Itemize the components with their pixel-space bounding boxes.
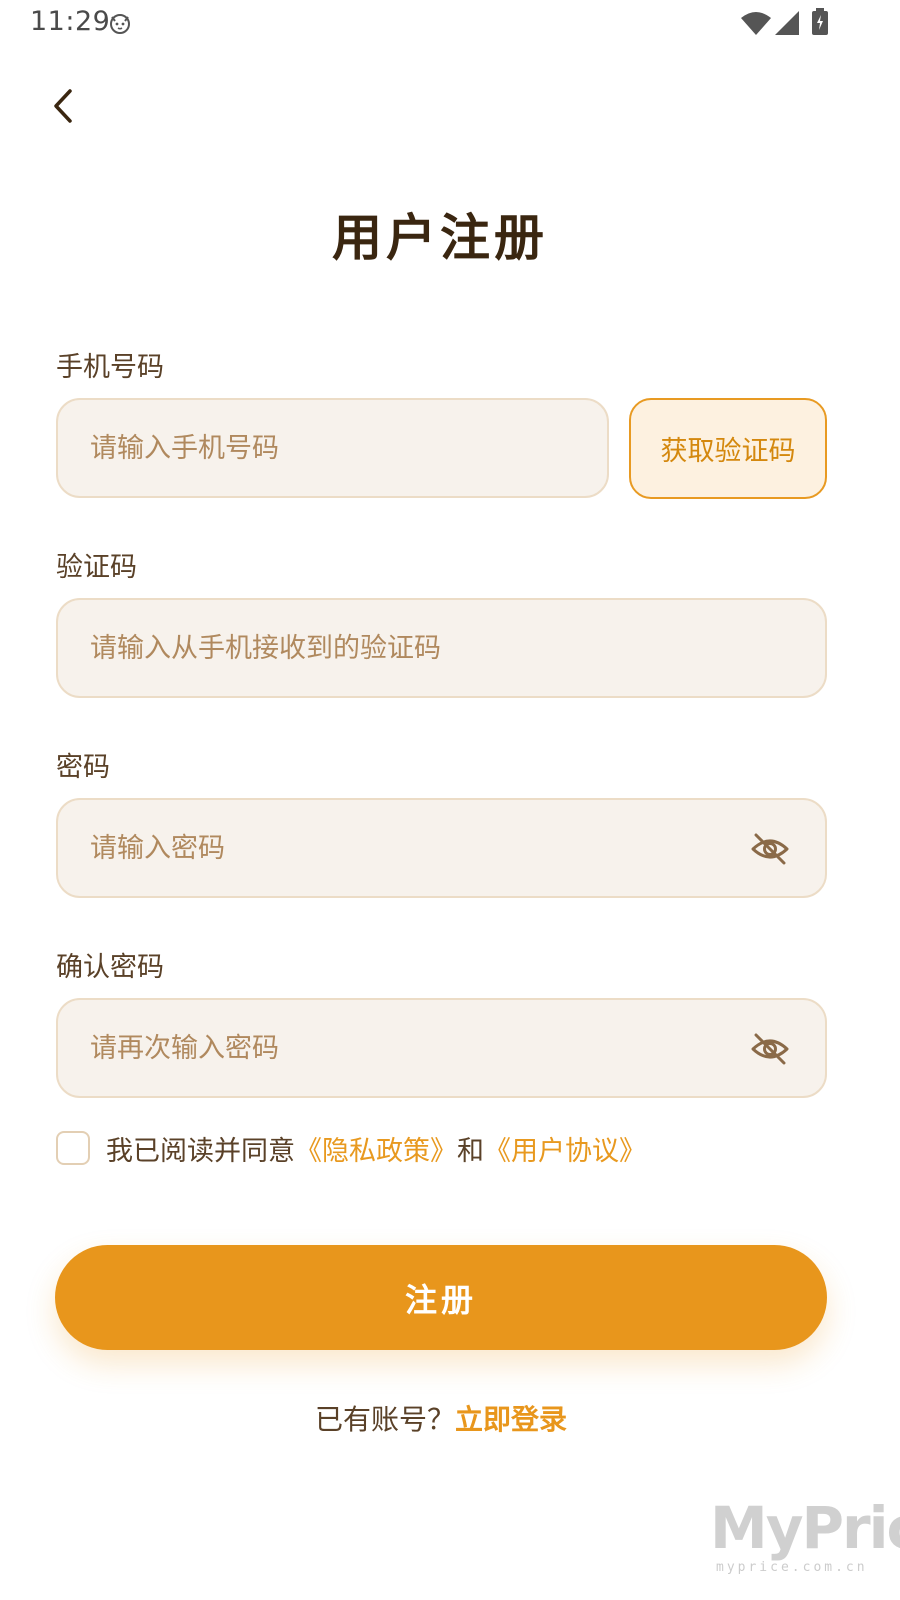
eye-off-icon[interactable] <box>751 832 789 866</box>
confirm-password-input[interactable] <box>88 1017 825 1079</box>
watermark-logo: MyPrice <box>710 1494 900 1562</box>
login-link[interactable]: 立即登录 <box>455 1403 567 1436</box>
watermark-sub: myprice.com.cn <box>716 1560 868 1575</box>
confirm-password-label: 确认密码 <box>56 952 164 983</box>
register-screen: 11:29 用户注册 手机号码 请输入手机号码 获取验证码 验证码 请输入从手机… <box>0 0 900 1600</box>
status-time: 11:29 <box>30 6 111 37</box>
code-input-box <box>56 598 827 698</box>
phone-input[interactable] <box>88 417 607 479</box>
phone-input-box <box>56 398 609 498</box>
agreement-row: 我已阅读并同意 《隐私政策》 和 《用户协议》 <box>56 1128 646 1168</box>
signal-icon <box>774 10 800 40</box>
chevron-left-icon <box>54 89 72 123</box>
eye-off-icon[interactable] <box>751 1032 789 1066</box>
agreement-and: 和 <box>457 1135 484 1167</box>
get-code-button[interactable]: 获取验证码 <box>629 398 827 499</box>
watermark: MyPrice myprice.com.cn <box>710 1494 900 1596</box>
agreement-checkbox[interactable] <box>56 1131 90 1165</box>
back-button[interactable] <box>38 80 90 132</box>
password-input-box <box>56 798 827 898</box>
status-bar: 11:29 <box>0 0 900 48</box>
privacy-policy-link[interactable]: 《隐私政策》 <box>295 1129 457 1168</box>
wifi-icon <box>740 10 772 40</box>
login-question: 已有账号？ <box>314 1403 455 1436</box>
agreement-prefix: 我已阅读并同意 <box>106 1135 295 1167</box>
page-title: 用户注册 <box>332 209 548 267</box>
phone-label: 手机号码 <box>56 352 164 383</box>
battery-charging-icon <box>811 8 829 40</box>
register-button[interactable]: 注册 <box>55 1245 827 1350</box>
login-row: 已有账号？立即登录 <box>0 1398 882 1438</box>
password-input[interactable] <box>88 817 825 879</box>
password-label: 密码 <box>56 752 110 783</box>
code-input[interactable] <box>88 617 825 679</box>
user-agreement-link[interactable]: 《用户协议》 <box>484 1129 646 1168</box>
code-label: 验证码 <box>56 552 137 583</box>
cat-face-icon <box>108 11 132 39</box>
confirm-password-input-box <box>56 998 827 1098</box>
